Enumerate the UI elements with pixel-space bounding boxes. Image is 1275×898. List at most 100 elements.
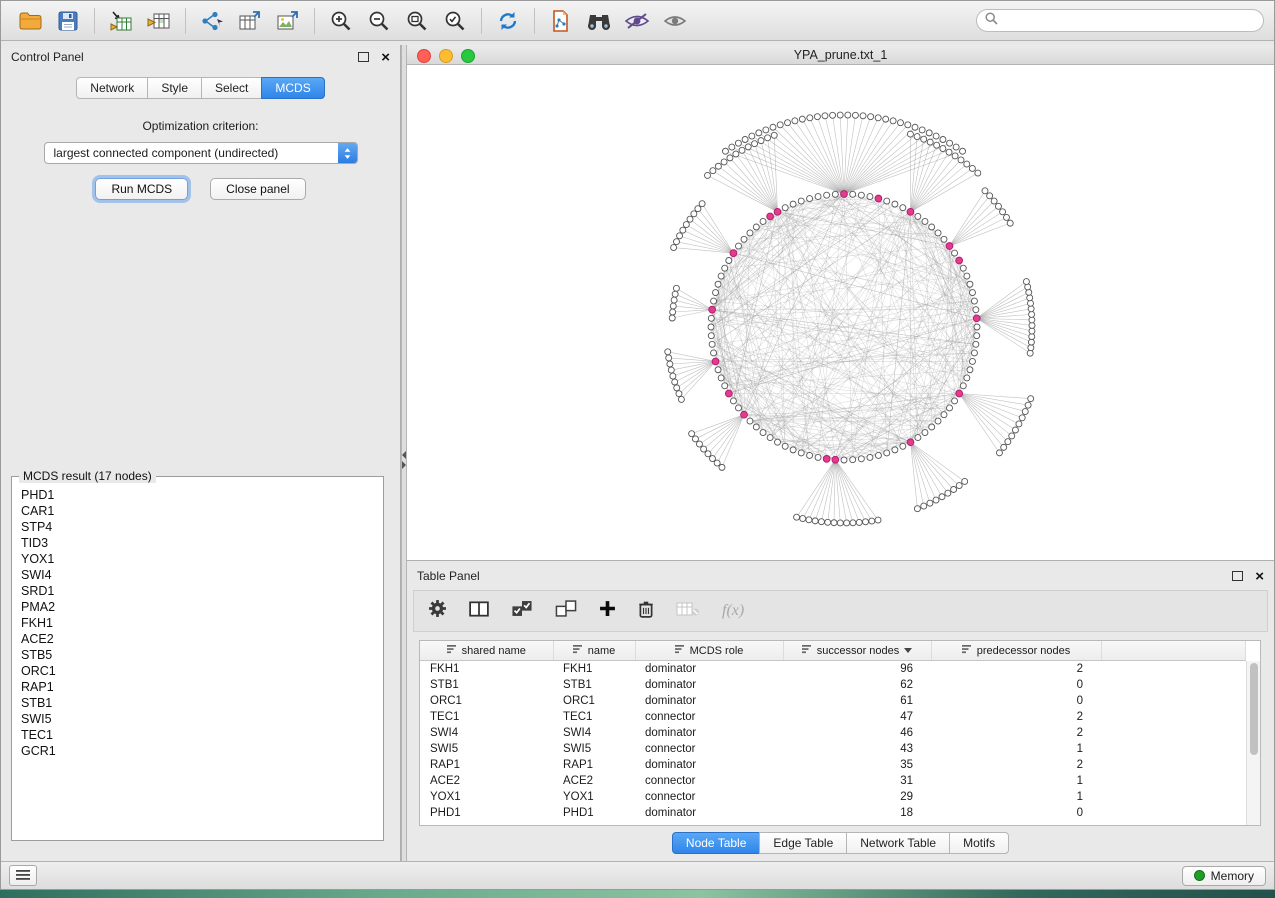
document-share-icon bbox=[550, 10, 572, 32]
close-panel-button[interactable]: Close panel bbox=[210, 178, 305, 200]
minimize-window-button[interactable] bbox=[439, 49, 453, 63]
table-toolbar: f(x) bbox=[413, 590, 1268, 632]
delete-column-icon[interactable] bbox=[638, 600, 654, 623]
tab-node-table[interactable]: Node Table bbox=[672, 832, 761, 854]
select-all-rows-icon[interactable] bbox=[511, 600, 533, 622]
add-column-icon[interactable] bbox=[599, 600, 616, 622]
refresh-button[interactable] bbox=[491, 6, 525, 36]
tab-style[interactable]: Style bbox=[147, 77, 202, 99]
export-image-button[interactable] bbox=[271, 6, 305, 36]
mcds-result-item[interactable]: TID3 bbox=[21, 535, 382, 551]
table-row[interactable]: SWI5SWI5connector431 bbox=[420, 741, 1246, 757]
floppy-disk-icon bbox=[58, 11, 78, 31]
cell-filler bbox=[1101, 773, 1246, 789]
table-row[interactable]: ORC1ORC1dominator610 bbox=[420, 693, 1246, 709]
analyzer-button[interactable] bbox=[620, 6, 654, 36]
table-row[interactable]: YOX1YOX1connector291 bbox=[420, 789, 1246, 805]
table-row[interactable]: RAP1RAP1dominator352 bbox=[420, 757, 1246, 773]
mcds-result-item[interactable]: SWI4 bbox=[21, 567, 382, 583]
collapse-right-icon[interactable] bbox=[402, 461, 406, 469]
magnifier-plus-icon bbox=[330, 10, 352, 32]
column-header-predecessor-nodes[interactable]: predecessor nodes bbox=[931, 641, 1101, 661]
column-header-shared-name[interactable]: shared name bbox=[420, 641, 553, 661]
mcds-result-item[interactable]: RAP1 bbox=[21, 679, 382, 695]
maximize-window-button[interactable] bbox=[461, 49, 475, 63]
mcds-result-item[interactable]: ORC1 bbox=[21, 663, 382, 679]
mcds-result-item[interactable]: ACE2 bbox=[21, 631, 382, 647]
mcds-result-item[interactable]: TEC1 bbox=[21, 727, 382, 743]
tab-motifs[interactable]: Motifs bbox=[949, 832, 1009, 854]
close-panel-icon[interactable]: × bbox=[381, 50, 390, 65]
zoom-out-button[interactable] bbox=[362, 6, 396, 36]
tab-select[interactable]: Select bbox=[201, 77, 262, 99]
tab-mcds[interactable]: MCDS bbox=[261, 77, 324, 99]
import-network-file-button[interactable] bbox=[142, 6, 176, 36]
criterion-selected-value: largest connected component (undirected) bbox=[45, 146, 338, 160]
mcds-result-item[interactable]: FKH1 bbox=[21, 615, 382, 631]
tab-network-table[interactable]: Network Table bbox=[846, 832, 950, 854]
visibility-button[interactable] bbox=[658, 6, 692, 36]
zoom-in-button[interactable] bbox=[324, 6, 358, 36]
share-document-button[interactable] bbox=[544, 6, 578, 36]
chevron-up-down-icon bbox=[338, 143, 357, 163]
mcds-result-item[interactable]: PMA2 bbox=[21, 599, 382, 615]
zoom-fit-button[interactable] bbox=[400, 6, 434, 36]
table-scrollbar[interactable] bbox=[1246, 661, 1260, 825]
mcds-result-item[interactable]: CAR1 bbox=[21, 503, 382, 519]
mcds-result-item[interactable]: SWI5 bbox=[21, 711, 382, 727]
scrollbar-thumb[interactable] bbox=[1250, 663, 1258, 755]
table-row[interactable]: FKH1FKH1dominator962 bbox=[420, 661, 1246, 678]
gear-icon[interactable] bbox=[428, 599, 447, 623]
close-panel-icon[interactable]: × bbox=[1255, 569, 1264, 584]
toolbar-separator bbox=[534, 8, 535, 34]
float-panel-icon[interactable] bbox=[1232, 571, 1243, 581]
table-row[interactable]: SWI4SWI4dominator462 bbox=[420, 725, 1246, 741]
network-graph[interactable] bbox=[407, 65, 1274, 561]
mcds-result-item[interactable]: PHD1 bbox=[21, 487, 382, 503]
export-network-button[interactable] bbox=[195, 6, 229, 36]
run-mcds-button[interactable]: Run MCDS bbox=[95, 178, 188, 200]
float-panel-icon[interactable] bbox=[358, 52, 369, 62]
memory-button[interactable]: Memory bbox=[1182, 866, 1266, 886]
collapse-left-icon[interactable] bbox=[402, 451, 406, 459]
search-input[interactable] bbox=[1004, 13, 1255, 29]
cell-shared-name: PHD1 bbox=[420, 805, 553, 821]
mcds-result-item[interactable]: YOX1 bbox=[21, 551, 382, 567]
mcds-result-item[interactable]: SRD1 bbox=[21, 583, 382, 599]
table-row[interactable]: STB1STB1dominator620 bbox=[420, 677, 1246, 693]
list-icon bbox=[16, 867, 30, 885]
network-titlebar[interactable]: YPA_prune.txt_1 bbox=[407, 45, 1274, 65]
column-header-name[interactable]: name bbox=[553, 641, 635, 661]
cell-shared-name: ORC1 bbox=[420, 693, 553, 709]
network-canvas[interactable] bbox=[407, 65, 1274, 560]
magnifier-check-icon bbox=[444, 10, 466, 32]
search-network-button[interactable] bbox=[582, 6, 616, 36]
deselect-all-rows-icon[interactable] bbox=[555, 600, 577, 622]
image-export-icon bbox=[276, 10, 300, 32]
mcds-result-item[interactable]: GCR1 bbox=[21, 743, 382, 759]
save-button[interactable] bbox=[51, 6, 85, 36]
column-layout-icon[interactable] bbox=[469, 601, 489, 622]
cell-filler bbox=[1101, 805, 1246, 821]
mcds-result-item[interactable]: STP4 bbox=[21, 519, 382, 535]
criterion-select[interactable]: largest connected component (undirected) bbox=[44, 142, 358, 164]
splitter-collapse-arrows[interactable] bbox=[402, 449, 406, 471]
mcds-result-item[interactable]: STB5 bbox=[21, 647, 382, 663]
table-row[interactable]: ACE2ACE2connector311 bbox=[420, 773, 1246, 789]
column-header-successor-nodes[interactable]: successor nodes bbox=[783, 641, 931, 661]
column-header-mcds-role[interactable]: MCDS role bbox=[635, 641, 783, 661]
table-row[interactable]: PHD1PHD1dominator180 bbox=[420, 805, 1246, 821]
open-file-button[interactable] bbox=[13, 6, 47, 36]
zoom-selected-button[interactable] bbox=[438, 6, 472, 36]
circular-arrows-icon bbox=[496, 10, 520, 32]
status-menu-button[interactable] bbox=[9, 865, 37, 886]
import-table-button[interactable] bbox=[104, 6, 138, 36]
mcds-result-item[interactable]: STB1 bbox=[21, 695, 382, 711]
export-table-button[interactable] bbox=[233, 6, 267, 36]
tab-edge-table[interactable]: Edge Table bbox=[759, 832, 847, 854]
mcds-result-list[interactable]: PHD1CAR1STP4TID3YOX1SWI4SRD1PMA2FKH1ACE2… bbox=[13, 484, 382, 839]
cell-filler bbox=[1101, 725, 1246, 741]
tab-network[interactable]: Network bbox=[76, 77, 148, 99]
table-row[interactable]: TEC1TEC1connector472 bbox=[420, 709, 1246, 725]
close-window-button[interactable] bbox=[417, 49, 431, 63]
